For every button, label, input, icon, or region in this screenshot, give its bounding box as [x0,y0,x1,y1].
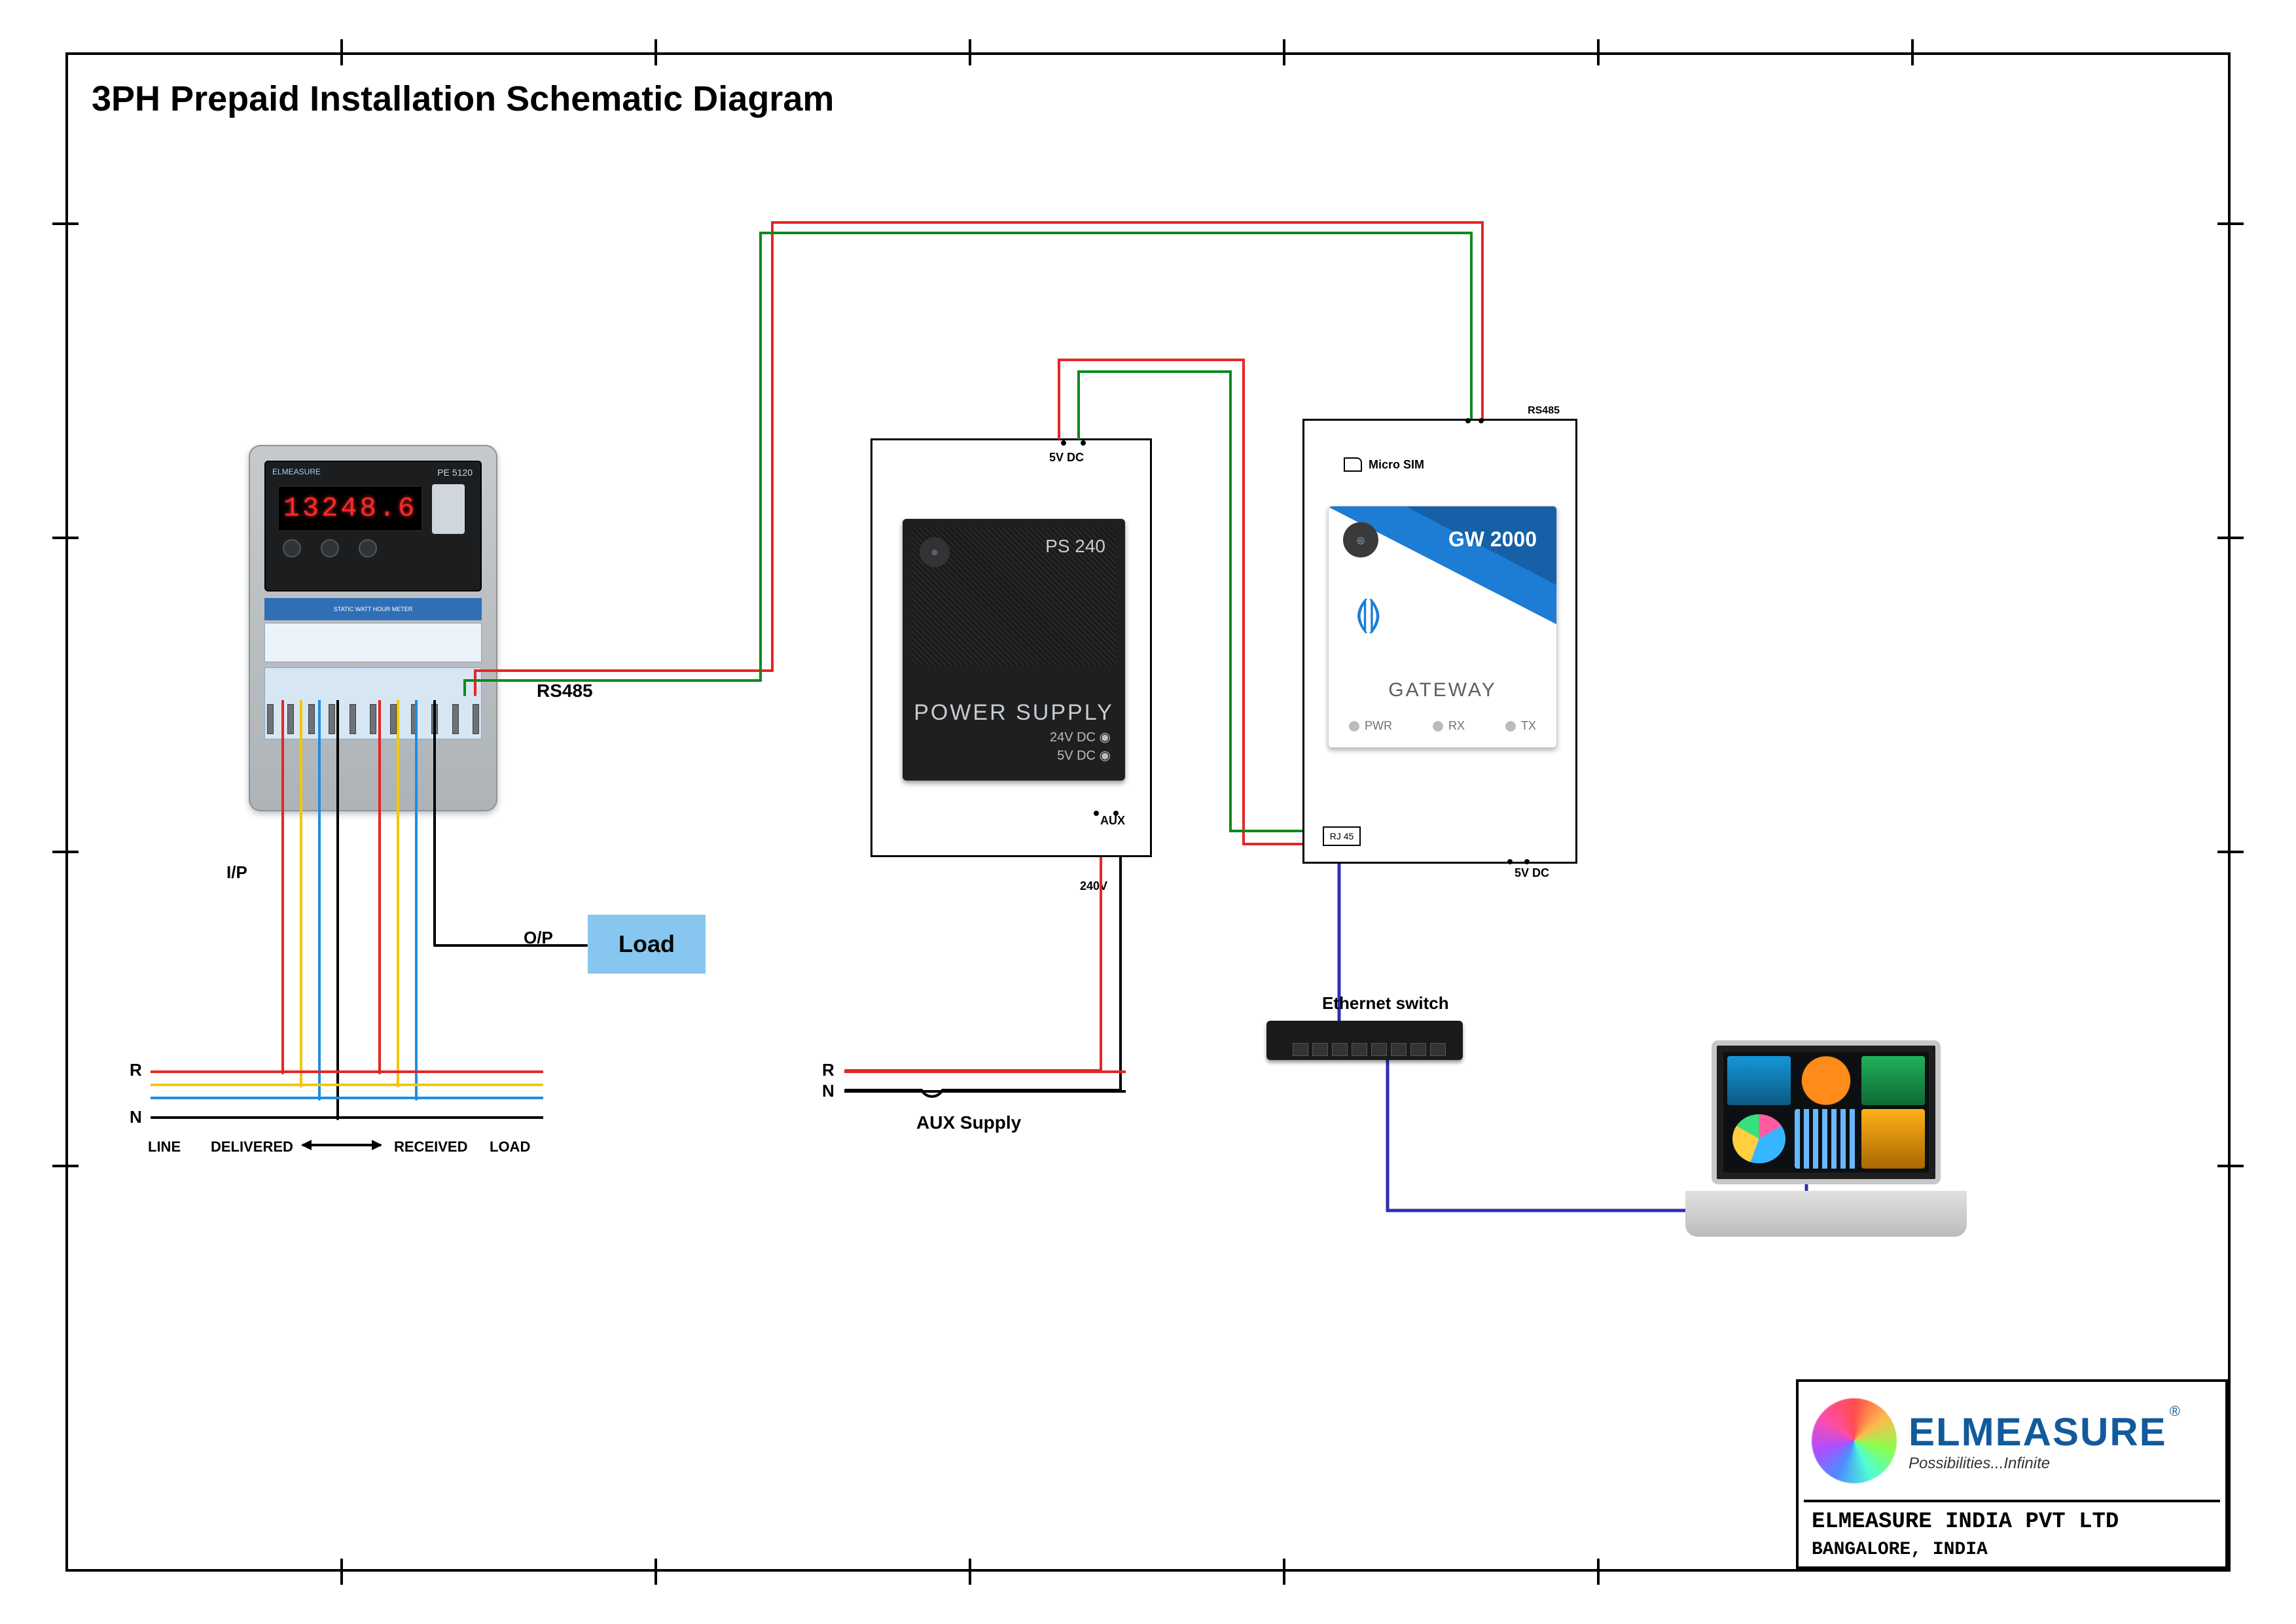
led-rx: RX [1433,719,1465,733]
bus-r-label: R [130,1060,142,1080]
meter-ip-label: I/P [226,862,247,883]
gw-model: GW 2000 [1448,527,1537,552]
meter-display: 13248.6 [278,485,423,531]
ethernet-switch [1266,1021,1463,1060]
led-tx: TX [1505,719,1536,733]
busbar-n [151,1116,543,1119]
gateway-enclosure: RS485 Micro SIM ◎ GW 2000 ⟬⟭ GATEWAY PWR… [1302,419,1577,864]
sim-label: Micro SIM [1369,458,1424,472]
aux-busbar-n [844,1090,1126,1093]
laptop-screen [1712,1040,1941,1184]
company-name: ELMEASURE [1909,1409,2167,1455]
gateway-device: ◎ GW 2000 ⟬⟭ GATEWAY PWR RX TX [1328,506,1557,748]
company-full-name: ELMEASURE INDIA PVT LTD [1812,1508,2212,1538]
ps-logo-icon: ◎ [920,537,950,567]
gw-logo-icon: ◎ [1343,522,1378,557]
ethernet-switch-label: Ethernet switch [1322,993,1449,1014]
company-location: BANGALORE, INDIA [1812,1538,2212,1562]
micro-sim-slot: Micro SIM [1344,457,1424,472]
load-label-small: LOAD [490,1139,530,1156]
delivered-label: DELIVERED [211,1139,293,1156]
elmeasure-logo-icon [1812,1398,1897,1483]
meter-rating-plate [264,623,482,662]
company-tagline: Possibilities...Infinite [1909,1455,2167,1473]
gw-rs485-port-label: RS485 [1528,405,1560,417]
load-box: Load [588,915,706,974]
laptop [1685,1040,1967,1237]
aux-r-label: R [822,1060,834,1080]
aux-supply-label: AUX Supply [916,1112,1021,1133]
diagram-title: 3PH Prepaid Installation Schematic Diagr… [92,79,834,119]
busbar-r [151,1070,543,1073]
line-label: LINE [148,1139,181,1156]
direction-arrow [302,1144,381,1146]
received-label: RECEIVED [394,1139,467,1156]
dashboard-icon [1723,1052,1929,1173]
rj45-port: RJ 45 [1323,826,1361,846]
laptop-base [1685,1191,1967,1237]
gw-name: GATEWAY [1329,679,1556,701]
meter-phase-wires [268,700,596,1158]
gw-leds: PWR RX TX [1329,719,1556,733]
aux-busbar-r [844,1070,1126,1073]
registered-mark: ® [2170,1403,2180,1420]
meter-buttons [283,539,377,557]
busbar-b [151,1097,543,1099]
meter-brand: ELMEASURE [272,467,321,476]
led-pwr: PWR [1349,719,1392,733]
bus-n-label: N [130,1107,142,1127]
busbar-y [151,1084,543,1086]
meter-type-band: STATIC WATT HOUR METER [264,598,482,620]
aux-n-label: N [822,1081,834,1101]
gw-link-icon: ⟬⟭ [1355,591,1382,635]
ps-aux-wires [838,857,1132,1106]
title-block: ELMEASURE Possibilities...Infinite ® ELM… [1796,1379,2228,1569]
sim-icon [1344,457,1362,472]
